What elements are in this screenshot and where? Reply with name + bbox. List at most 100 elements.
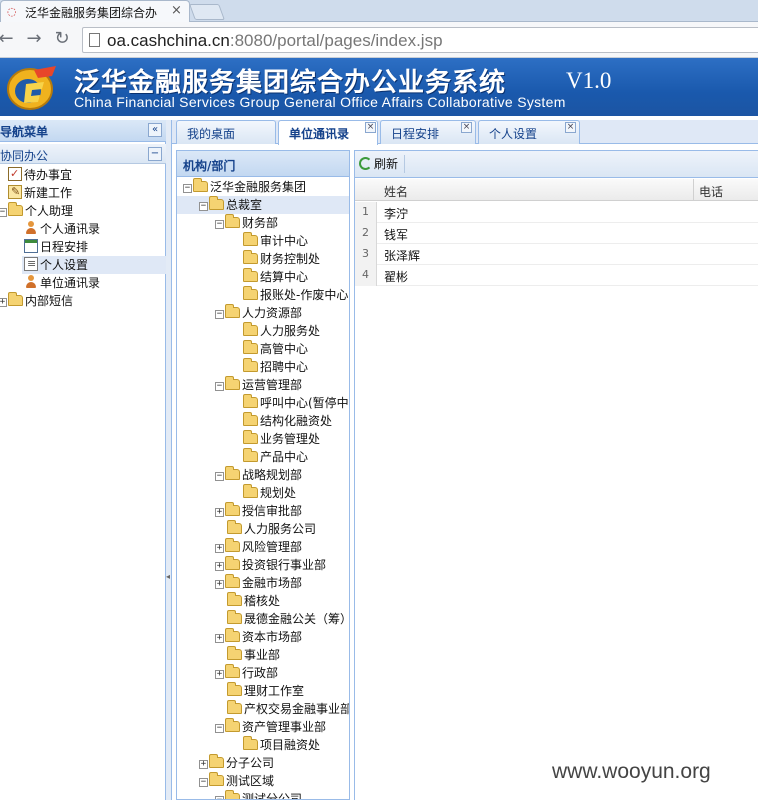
forward-arrow-icon[interactable]: → bbox=[24, 29, 44, 49]
refresh-button[interactable]: 刷新 bbox=[359, 155, 406, 173]
tab-personal-settings[interactable]: 个人设置 × bbox=[478, 120, 580, 144]
org-tree-node[interactable]: 高管中心 bbox=[231, 340, 308, 358]
back-arrow-icon[interactable]: ← bbox=[0, 29, 16, 49]
org-tree-node[interactable]: 理财工作室 bbox=[215, 682, 304, 700]
collapse-nav-icon[interactable]: « bbox=[148, 123, 162, 137]
org-tree-node[interactable]: 报账处-作废中心 bbox=[231, 286, 348, 304]
org-tree-node[interactable]: 招聘中心 bbox=[231, 358, 308, 376]
org-tree-node[interactable]: 结构化融资处 bbox=[231, 412, 332, 430]
nav-item-schedule[interactable]: 日程安排 bbox=[24, 238, 88, 256]
org-tree-node[interactable]: 人力服务处 bbox=[231, 322, 320, 340]
collapse-toggle-icon[interactable]: − bbox=[215, 382, 224, 391]
panel-splitter[interactable]: ◂ bbox=[166, 120, 172, 800]
close-tab-icon[interactable]: × bbox=[461, 122, 472, 133]
org-tree-node[interactable]: + 行政部 bbox=[215, 664, 278, 682]
collapse-toggle-icon[interactable]: − bbox=[199, 778, 208, 787]
collapse-section-icon[interactable]: − bbox=[148, 147, 162, 161]
org-tree-node[interactable]: 晟德金融公关（筹） bbox=[215, 610, 349, 628]
org-tree-node[interactable]: + 分子公司 bbox=[199, 754, 274, 772]
folder-icon bbox=[243, 412, 258, 426]
column-header-name[interactable]: 姓名 bbox=[384, 183, 408, 200]
nav-item-internal-sms[interactable]: + 内部短信 bbox=[0, 292, 73, 310]
org-tree-node[interactable]: 产品中心 bbox=[231, 448, 308, 466]
org-tree-node[interactable]: − 泛华金融服务集团 bbox=[183, 178, 306, 196]
org-tree-node[interactable]: + 授信审批部 bbox=[215, 502, 302, 520]
close-tab-icon[interactable]: × bbox=[365, 122, 376, 133]
row-number: 1 bbox=[355, 202, 377, 223]
org-tree-node[interactable]: + 风险管理部 bbox=[215, 538, 302, 556]
org-tree-node[interactable]: 审计中心 bbox=[231, 232, 308, 250]
collapse-toggle-icon[interactable]: − bbox=[0, 208, 7, 217]
collapse-toggle-icon[interactable]: − bbox=[215, 220, 224, 229]
app-header: 泛华金融服务集团综合办公业务系统 V1.0 China Financial Se… bbox=[0, 58, 758, 116]
collapse-toggle-icon[interactable]: − bbox=[183, 184, 192, 193]
column-divider[interactable] bbox=[693, 179, 694, 201]
table-row[interactable]: 3 张泽辉 bbox=[355, 244, 758, 265]
org-tree-node[interactable]: 产权交易金融事业部 bbox=[215, 700, 349, 718]
expand-toggle-icon[interactable]: + bbox=[215, 670, 224, 679]
folder-icon bbox=[209, 196, 224, 210]
contact-name: 李泞 bbox=[384, 207, 409, 221]
close-tab-icon[interactable]: × bbox=[171, 3, 182, 18]
expand-toggle-icon[interactable]: + bbox=[0, 298, 7, 307]
collapse-toggle-icon[interactable]: − bbox=[199, 202, 208, 211]
collapse-toggle-icon[interactable]: − bbox=[215, 310, 224, 319]
org-tree-node[interactable]: − 战略规划部 bbox=[215, 466, 302, 484]
org-tree-node[interactable]: 呼叫中心(暂停中 bbox=[231, 394, 349, 412]
tab-unit-contacts[interactable]: 单位通讯录 × bbox=[278, 120, 378, 145]
org-tree-node[interactable]: − 总裁室 bbox=[177, 196, 349, 214]
org-tree-node[interactable]: 稽核处 bbox=[215, 592, 280, 610]
folder-icon bbox=[225, 466, 240, 480]
expand-toggle-icon[interactable]: + bbox=[199, 760, 208, 769]
contact-name: 翟彬 bbox=[384, 270, 409, 284]
expand-toggle-icon[interactable]: + bbox=[215, 562, 224, 571]
org-tree-node[interactable]: 项目融资处 bbox=[231, 736, 320, 754]
org-tree-node[interactable]: − 运营管理部 bbox=[215, 376, 302, 394]
table-row[interactable]: 4 翟彬 bbox=[355, 265, 758, 286]
table-row[interactable]: 1 李泞 bbox=[355, 202, 758, 223]
org-tree-node[interactable]: 事业部 bbox=[215, 646, 280, 664]
expand-toggle-icon[interactable]: + bbox=[215, 544, 224, 553]
tab-schedule[interactable]: 日程安排 × bbox=[380, 120, 476, 144]
collapse-toggle-icon[interactable]: − bbox=[215, 472, 224, 481]
expand-toggle-icon[interactable]: + bbox=[215, 634, 224, 643]
org-tree-node[interactable]: 规划处 bbox=[231, 484, 296, 502]
close-tab-icon[interactable]: × bbox=[565, 122, 576, 133]
nav-item-unit-contacts[interactable]: 单位通讯录 bbox=[24, 274, 100, 292]
address-bar[interactable]: oa.cashchina.cn:8080/portal/pages/index.… bbox=[82, 27, 758, 53]
org-tree-node[interactable]: 财务控制处 bbox=[231, 250, 320, 268]
reload-icon[interactable]: ↻ bbox=[52, 29, 72, 49]
org-tree-node[interactable]: + 金融市场部 bbox=[215, 574, 302, 592]
expand-toggle-icon[interactable]: + bbox=[215, 580, 224, 589]
table-row[interactable]: 2 钱军 bbox=[355, 223, 758, 244]
tab-my-desktop[interactable]: 我的桌面 bbox=[176, 120, 276, 144]
org-tree-node[interactable]: − 测试区域 bbox=[199, 772, 274, 790]
org-tree-node[interactable]: − 资产管理事业部 bbox=[215, 718, 326, 736]
nav-item-personal-settings[interactable]: 个人设置 bbox=[22, 255, 166, 274]
org-tree-node[interactable]: 人力服务公司 bbox=[215, 520, 316, 538]
org-node-label: 金融市场部 bbox=[242, 576, 303, 590]
org-tree-node[interactable]: − 人力资源部 bbox=[215, 304, 302, 322]
collapse-toggle-icon[interactable]: − bbox=[215, 796, 224, 799]
org-node-label: 人力资源部 bbox=[242, 306, 303, 320]
folder-icon bbox=[225, 790, 240, 799]
org-node-label: 项目融资处 bbox=[260, 738, 321, 752]
org-tree-node[interactable]: − 测试分公司 bbox=[215, 790, 302, 799]
org-tree-node[interactable]: + 资本市场部 bbox=[215, 628, 302, 646]
nav-item-todo[interactable]: 待办事宜 bbox=[8, 165, 72, 184]
nav-section-header[interactable]: 协同办公 − bbox=[0, 144, 166, 164]
org-tree-node[interactable]: − 财务部 bbox=[215, 214, 278, 232]
column-header-phone[interactable]: 电话 bbox=[699, 183, 723, 200]
nav-item-personal-assistant[interactable]: − 个人助理 bbox=[0, 202, 73, 220]
org-node-label: 高管中心 bbox=[260, 342, 309, 356]
org-tree-node[interactable]: + 投资银行事业部 bbox=[215, 556, 326, 574]
org-tree-node[interactable]: 结算中心 bbox=[231, 268, 308, 286]
nav-item-personal-contacts[interactable]: 个人通讯录 bbox=[24, 220, 100, 238]
expand-toggle-icon[interactable]: + bbox=[215, 508, 224, 517]
org-tree-node[interactable]: 业务管理处 bbox=[231, 430, 320, 448]
browser-tab[interactable]: ◌ 泛华金融服务集团综合办 × bbox=[0, 0, 190, 22]
tab-label: 我的桌面 bbox=[187, 127, 236, 141]
new-tab-button[interactable] bbox=[189, 4, 225, 20]
nav-item-new-work[interactable]: 新建工作 bbox=[8, 183, 72, 202]
collapse-toggle-icon[interactable]: − bbox=[215, 724, 224, 733]
